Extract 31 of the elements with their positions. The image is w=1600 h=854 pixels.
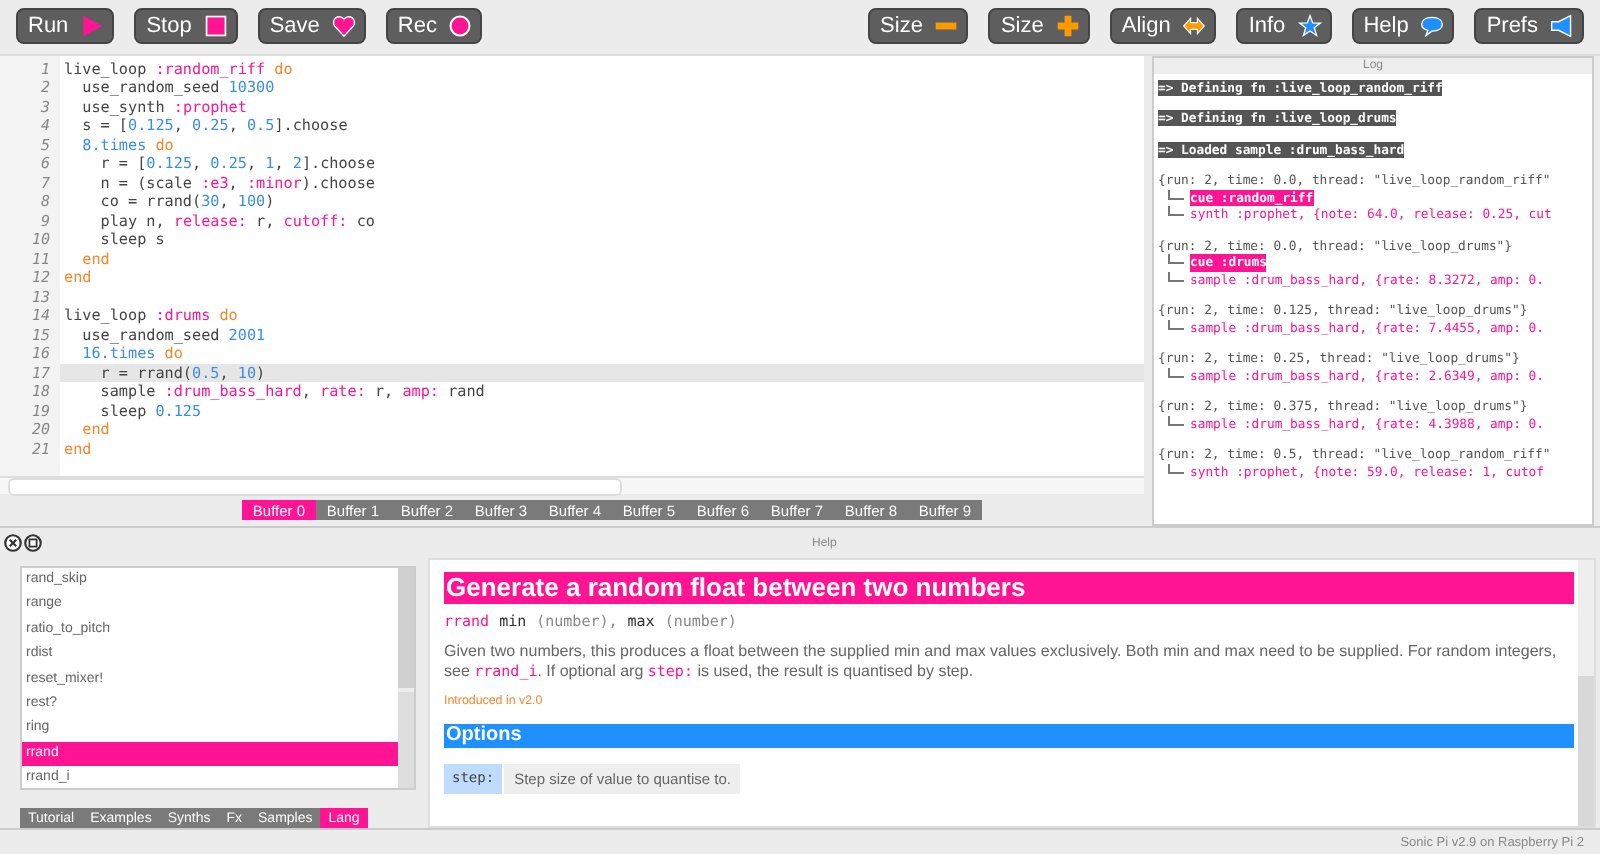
toolbar-button[interactable]: Stop	[134, 8, 238, 45]
speaker-icon	[1550, 14, 1574, 39]
play-icon	[80, 14, 105, 39]
toolbar-button[interactable]: Align	[1109, 8, 1217, 45]
record-icon	[448, 14, 473, 39]
toolbar-button[interactable]: Size	[988, 8, 1090, 45]
plus-icon	[1055, 14, 1080, 39]
scrollbar-thumb[interactable]	[1578, 676, 1594, 827]
double-arrow-icon	[1182, 14, 1207, 39]
toolbar-button[interactable]: Run	[16, 8, 115, 45]
help-heading: Generate a random float between two numbers	[444, 572, 1574, 605]
toolbar-button[interactable]: Info	[1236, 8, 1332, 45]
options-heading: Options	[444, 724, 1574, 749]
scrollbar-thumb[interactable]	[398, 568, 414, 693]
float-icon[interactable]	[24, 534, 42, 553]
tree-connector	[1168, 463, 1184, 474]
toolbar-button[interactable]: Rec	[385, 8, 483, 45]
close-icon[interactable]	[4, 534, 22, 553]
tree-connector	[1168, 415, 1184, 426]
toolbar-button[interactable]: Help	[1351, 8, 1455, 45]
toolbar-button[interactable]: Prefs	[1474, 8, 1584, 45]
speech-bubble-icon	[1420, 14, 1445, 39]
tree-connector	[1168, 319, 1184, 330]
stop-icon	[203, 14, 228, 39]
heart-icon	[331, 14, 356, 39]
tree-connector	[1168, 367, 1184, 378]
scrollbar-thumb[interactable]	[8, 478, 622, 497]
toolbar-button[interactable]: Save	[257, 8, 366, 45]
toolbar-button[interactable]: Size	[868, 8, 969, 45]
star-icon	[1297, 14, 1322, 39]
code-editor[interactable]	[0, 55, 1144, 477]
